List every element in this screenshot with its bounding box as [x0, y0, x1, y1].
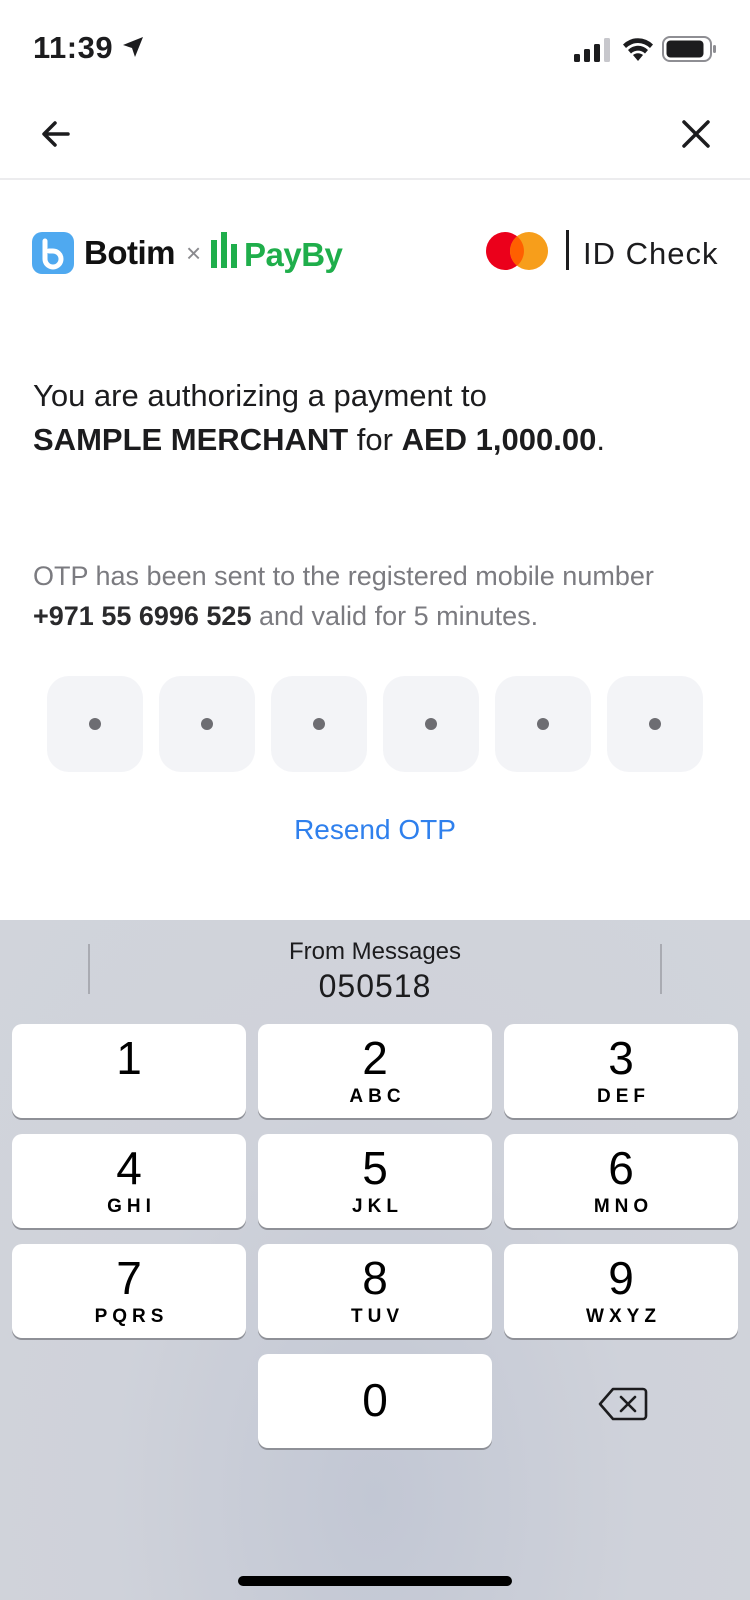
key-digit: 8: [362, 1252, 388, 1304]
key-digit: 0: [362, 1374, 388, 1426]
home-indicator: [238, 1576, 512, 1586]
mastercard-logo-icon: [486, 232, 548, 270]
otp-digit-field[interactable]: [607, 676, 703, 772]
key-digit: 6: [608, 1142, 634, 1194]
key-letters: MNO: [593, 1196, 654, 1217]
key-5[interactable]: 5 JKL: [258, 1134, 492, 1228]
suggestion-source-label: From Messages: [288, 938, 462, 965]
backspace-icon[interactable]: [598, 1386, 648, 1422]
payment-amount: AED 1,000.00: [401, 422, 597, 457]
battery-icon: [662, 36, 716, 62]
wifi-icon: [623, 38, 653, 61]
otp-input-group: [47, 676, 703, 772]
key-letters: TUV: [351, 1306, 404, 1327]
otp-info-suffix: and valid for 5 minutes.: [258, 601, 539, 631]
payby-name: PayBy: [244, 236, 343, 273]
key-digit: 9: [608, 1252, 634, 1304]
otp-placeholder-dot: [313, 718, 325, 730]
key-letters: WXYZ: [586, 1306, 661, 1327]
otp-digit-field[interactable]: [383, 676, 479, 772]
status-time: 11:39: [33, 30, 114, 65]
phone-number: +971 55 6996 525: [33, 601, 252, 631]
numeric-keyboard: From Messages 050518 1 2 ABC 3 DEF 4 GHI…: [0, 920, 750, 1600]
payment-for-word: for: [356, 422, 393, 457]
close-icon[interactable]: [676, 114, 716, 154]
key-9[interactable]: 9 WXYZ: [504, 1244, 738, 1338]
key-letters: JKL: [352, 1196, 403, 1217]
key-3[interactable]: 3 DEF: [504, 1024, 738, 1118]
key-letters: ABC: [349, 1086, 406, 1107]
otp-placeholder-dot: [89, 718, 101, 730]
otp-info-prefix: OTP has been sent to the registered mobi…: [33, 561, 654, 591]
key-digit: 4: [116, 1142, 142, 1194]
key-4[interactable]: 4 GHI: [12, 1134, 246, 1228]
key-6[interactable]: 6 MNO: [504, 1134, 738, 1228]
nav-bar: [0, 96, 750, 180]
key-2[interactable]: 2 ABC: [258, 1024, 492, 1118]
key-letters: GHI: [107, 1196, 156, 1217]
location-arrow-icon: [123, 37, 143, 57]
payment-intro: You are authorizing a payment to: [33, 378, 487, 413]
botim-name: Botim: [84, 234, 176, 271]
key-7[interactable]: 7 PQRS: [12, 1244, 246, 1338]
otp-placeholder-dot: [201, 718, 213, 730]
back-arrow-icon[interactable]: [36, 114, 76, 154]
key-8[interactable]: 8 TUV: [258, 1244, 492, 1338]
botim-logo-icon: [32, 232, 74, 274]
brand-row: Botim × PayBy ID Check: [0, 226, 750, 282]
brand-times-sign: ×: [186, 238, 202, 268]
key-digit: 3: [608, 1032, 634, 1084]
payment-authorization-text: You are authorizing a payment to SAMPLE …: [33, 374, 723, 462]
payment-period: .: [596, 422, 605, 457]
key-0[interactable]: 0: [258, 1354, 492, 1448]
key-1[interactable]: 1: [12, 1024, 246, 1118]
key-digit: 1: [116, 1032, 142, 1084]
key-digit: 2: [362, 1032, 388, 1084]
key-letters: DEF: [597, 1086, 650, 1107]
resend-otp-link[interactable]: Resend OTP: [0, 814, 750, 846]
key-digit: 7: [116, 1252, 142, 1304]
otp-digit-field[interactable]: [47, 676, 143, 772]
payby-bars-icon: [211, 232, 237, 268]
otp-digit-field[interactable]: [271, 676, 367, 772]
otp-placeholder-dot: [649, 718, 661, 730]
key-digit: 5: [362, 1142, 388, 1194]
id-check-label: ID Check: [583, 236, 719, 271]
otp-placeholder-dot: [425, 718, 437, 730]
otp-autofill-suggestion[interactable]: From Messages 050518: [0, 920, 750, 1022]
suggestion-code: 050518: [318, 968, 432, 1004]
status-bar: 11:39: [0, 0, 750, 96]
otp-digit-field[interactable]: [159, 676, 255, 772]
key-letters: PQRS: [94, 1306, 169, 1327]
cellular-signal-icon: [574, 38, 610, 62]
merchant-name: SAMPLE MERCHANT: [33, 422, 349, 457]
brand-divider: [566, 230, 569, 270]
otp-placeholder-dot: [537, 718, 549, 730]
otp-info-text: OTP has been sent to the registered mobi…: [33, 556, 733, 636]
otp-digit-field[interactable]: [495, 676, 591, 772]
